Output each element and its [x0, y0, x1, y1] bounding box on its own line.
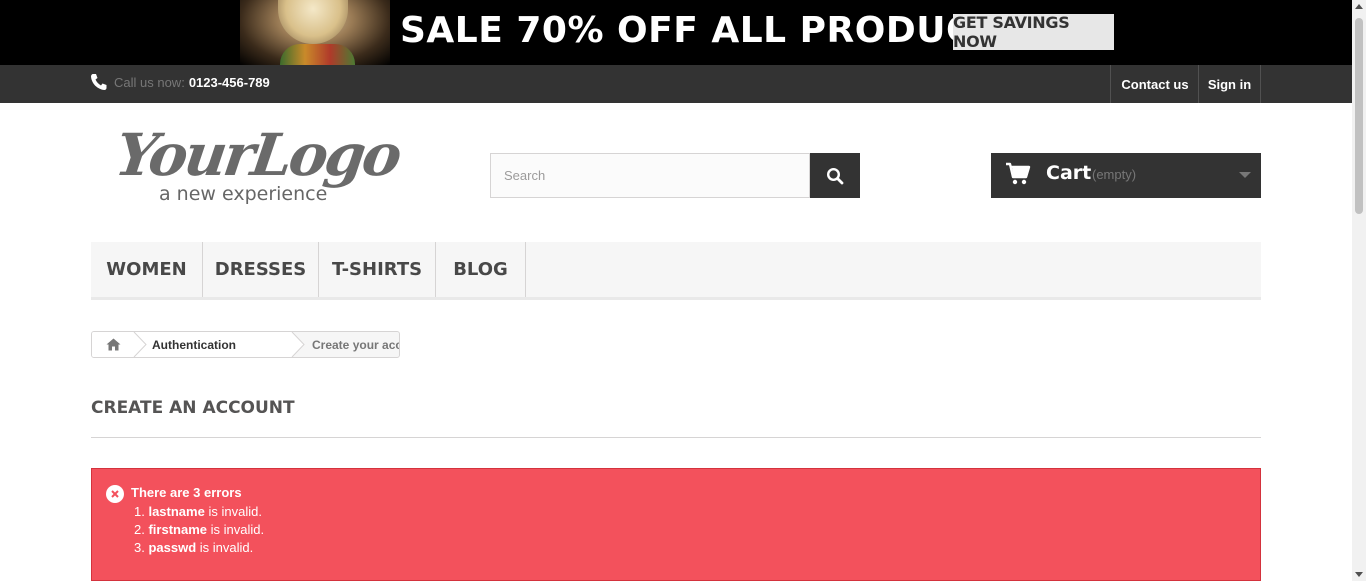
page-title: CREATE AN ACCOUNT [91, 398, 1261, 438]
list-item: 1. lastname is invalid. [134, 504, 262, 519]
error-field: passwd [148, 540, 197, 555]
site-logo[interactable]: YourLogo a new experience [111, 121, 403, 210]
cart-label: Cart [1046, 162, 1092, 184]
top-navbar: Call us now: 0123-456-789 Contact us Sig… [0, 65, 1352, 103]
menu-item-dresses[interactable]: DRESSES [203, 242, 319, 297]
logo-main-text: YourLogo [111, 121, 404, 189]
home-icon [106, 338, 120, 351]
breadcrumb: Authentication Create your account [91, 331, 400, 358]
chevron-down-icon[interactable] [1239, 172, 1251, 178]
error-list: 1. lastname is invalid. 2. firstname is … [134, 503, 264, 557]
error-message: is invalid. [208, 504, 262, 519]
error-message: is invalid. [199, 540, 254, 555]
error-field: lastname [148, 504, 205, 519]
error-icon [106, 485, 124, 503]
scrollbar-thumb[interactable] [1355, 18, 1363, 214]
sign-in-link[interactable]: Sign in [1198, 65, 1261, 103]
phone-info: Call us now: 0123-456-789 [90, 73, 270, 91]
phone-number[interactable]: 0123-456-789 [189, 75, 270, 90]
contact-us-link[interactable]: Contact us [1110, 65, 1199, 103]
breadcrumb-authentication[interactable]: Authentication [134, 332, 292, 357]
breadcrumb-home[interactable] [92, 332, 134, 357]
menu-item-t-shirts[interactable]: T-SHIRTS [319, 242, 436, 297]
error-field: firstname [148, 522, 207, 537]
list-item: 2. firstname is invalid. [134, 522, 265, 537]
phone-icon [90, 73, 108, 91]
banner-title: SALE 70% OFF ALL PRODUCTS [400, 10, 1025, 51]
cart-status: (empty) [1092, 167, 1137, 182]
breadcrumb-separator [291, 332, 305, 357]
logo-tagline: a new experience [159, 183, 328, 205]
promo-banner[interactable]: SALE 70% OFF ALL PRODUCTS GET SAVINGS NO… [0, 0, 1352, 65]
menu-item-women[interactable]: WOMEN [91, 242, 203, 297]
breadcrumb-separator [133, 332, 147, 357]
search-form [490, 153, 860, 198]
page-scrollbar[interactable] [1352, 0, 1366, 581]
banner-model-dress [280, 44, 355, 65]
list-item: 3. passwd is invalid. [134, 540, 254, 555]
scroll-down-icon[interactable] [1355, 572, 1363, 577]
search-input[interactable] [490, 153, 810, 198]
get-savings-button[interactable]: GET SAVINGS NOW [953, 13, 1114, 51]
banner-model-hair [278, 0, 348, 44]
phone-label: Call us now: [114, 74, 185, 90]
cart-icon [1006, 162, 1031, 185]
main-menu: WOMEN DRESSES T-SHIRTS BLOG [91, 242, 1261, 300]
error-alert: There are 3 errors 1. lastname is invali… [91, 468, 1261, 581]
search-button[interactable] [810, 153, 860, 198]
banner-model-image [240, 0, 390, 65]
search-icon [826, 167, 844, 184]
error-message: is invalid. [210, 522, 265, 537]
cart-block[interactable]: Cart (empty) [991, 153, 1261, 198]
alert-title: There are 3 errors [131, 485, 242, 500]
menu-item-blog[interactable]: BLOG [436, 242, 526, 297]
scroll-up-icon[interactable] [1355, 4, 1363, 9]
